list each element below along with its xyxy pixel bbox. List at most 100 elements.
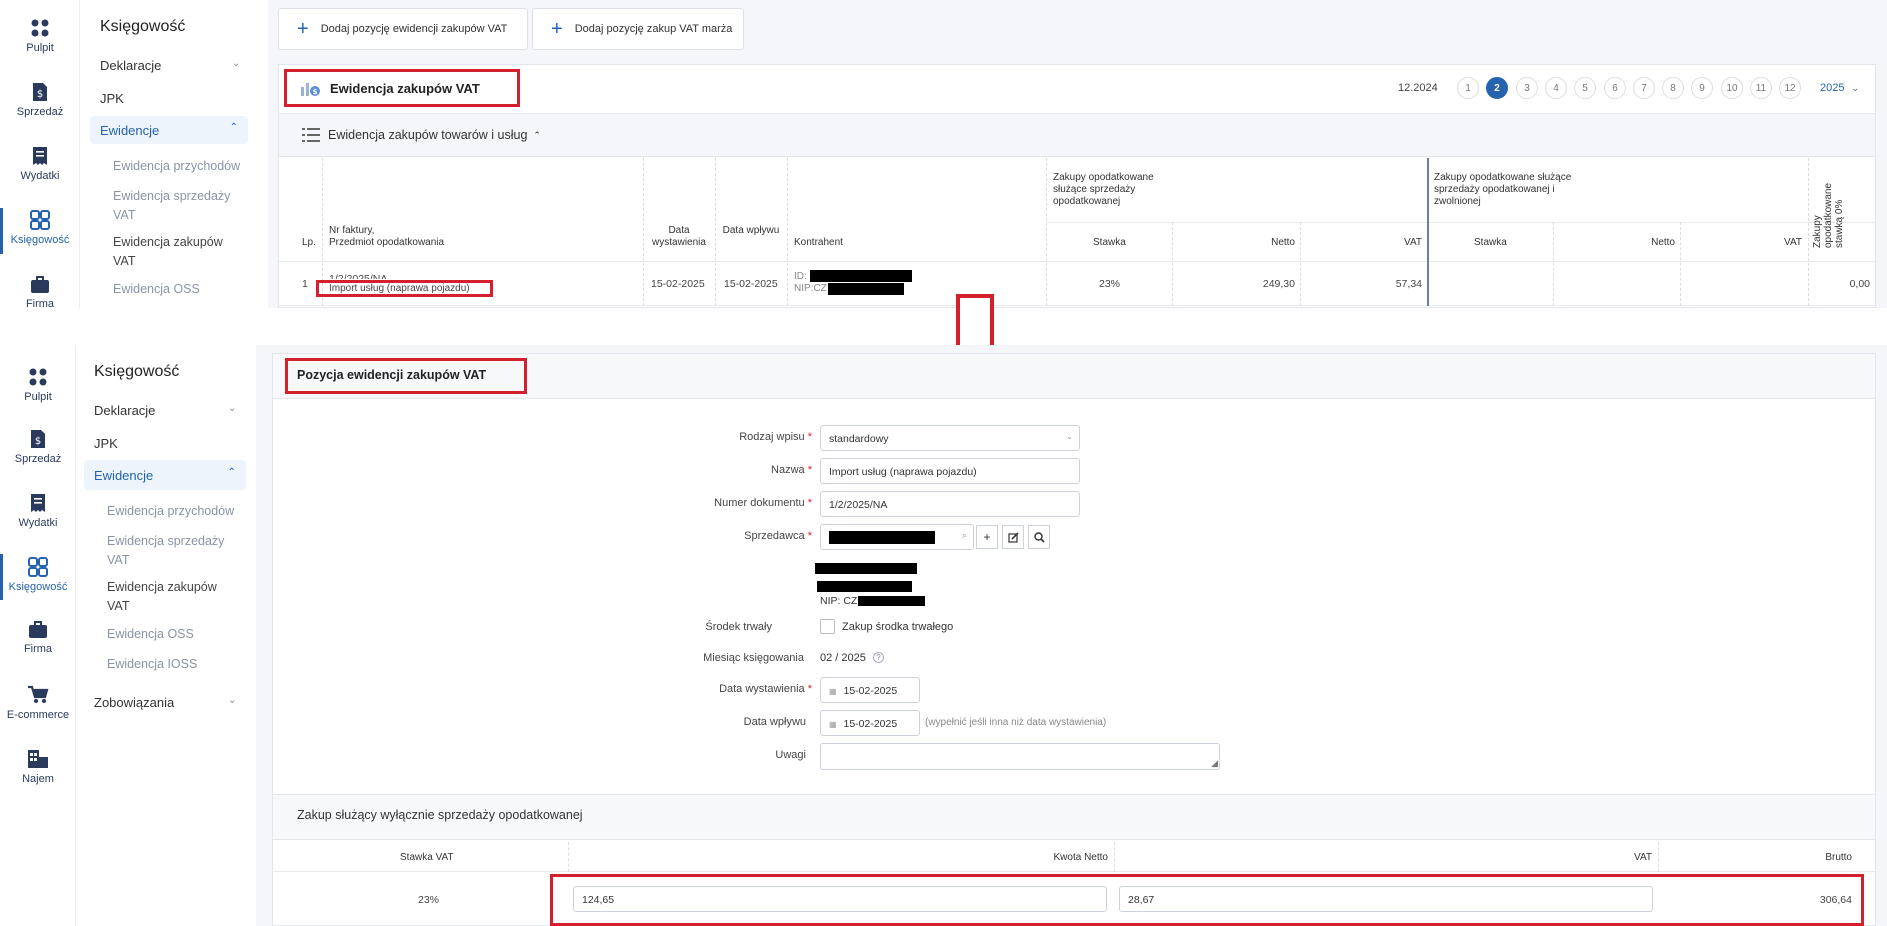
nav-label: Wydatki: [20, 170, 60, 182]
col-header-date-issue: Data wystawienia: [652, 225, 706, 248]
label-text: Uwagi: [775, 749, 806, 761]
label-text: Numer dokumentu: [714, 497, 805, 509]
menu-item-jpk[interactable]: JPK: [100, 91, 124, 106]
data-wyst-input[interactable]: ▦ 15-02-2025: [820, 677, 920, 703]
month-page-9[interactable]: 9: [1691, 77, 1713, 99]
col-header-nr: Nr faktury,: [329, 225, 375, 236]
label-text: Miesiąc księgowania: [703, 652, 804, 664]
nav-wydatki[interactable]: Wydatki: [0, 493, 76, 529]
submenu-item-current[interactable]: Ewidencja zakupów VAT: [113, 233, 238, 271]
menu-item-deklaracje[interactable]: Deklaracje: [94, 403, 155, 418]
nazwa-input[interactable]: Import usług (naprawa pojazdu): [820, 458, 1080, 484]
col-header-vat: VAT: [1404, 237, 1422, 248]
submenu-item[interactable]: Ewidencja IOSS: [107, 655, 242, 674]
highlight-amounts: [550, 874, 1864, 926]
srodek-checkbox-label[interactable]: Zakup środka trwałego: [842, 621, 953, 633]
month-page-8[interactable]: 8: [1662, 77, 1684, 99]
menu-item-zobowiazania[interactable]: Zobowiązania: [94, 695, 174, 710]
add-margin-button[interactable]: + Dodaj pozycję zakup VAT marża: [532, 8, 744, 50]
highlight-row-subject: [316, 280, 493, 297]
add-seller-button[interactable]: +: [976, 525, 998, 549]
bottom-icon-sidebar: Pulpit $ Sprzedaż Wydatki Księgowość Fir…: [0, 345, 76, 926]
menu-item-label: Ewidencje: [94, 468, 154, 483]
seller-nip-prefix: NIP: CZ: [820, 595, 858, 607]
menu-item-ewidencje[interactable]: Ewidencje ⌃: [90, 116, 248, 144]
label-uwagi: Uwagi: [606, 749, 806, 761]
submenu-item[interactable]: Ewidencja przychodów: [113, 157, 248, 176]
month-page-11[interactable]: 11: [1750, 77, 1772, 99]
nav-wydatki[interactable]: Wydatki: [0, 146, 80, 182]
col-divider: [1658, 842, 1659, 872]
rodzaj-select[interactable]: standardowy ⌄: [820, 425, 1080, 451]
month-page-4[interactable]: 4: [1545, 77, 1567, 99]
label-nazwa: Nazwa *: [612, 464, 812, 476]
nav-ksiegowosc[interactable]: Księgowość: [0, 210, 80, 246]
nav-najem[interactable]: Najem: [0, 749, 76, 785]
nav-pulpit[interactable]: Pulpit: [0, 18, 80, 54]
col-header-zero-rate: Zakupy opodatkowane stawką 0%: [1812, 182, 1845, 248]
month-page-5[interactable]: 5: [1574, 77, 1596, 99]
help-icon: ?: [873, 652, 884, 663]
month-page-1[interactable]: 1: [1457, 77, 1479, 99]
month-page-12[interactable]: 12: [1779, 77, 1801, 99]
col-divider: [1172, 222, 1173, 306]
redacted-block: [817, 581, 912, 592]
uwagi-textarea[interactable]: ◢: [820, 743, 1220, 770]
edit-seller-button[interactable]: [1002, 525, 1024, 549]
submenu-item-current[interactable]: Ewidencja zakupów VAT: [107, 578, 232, 616]
srodek-checkbox[interactable]: [820, 619, 835, 634]
menu-item-deklaracje[interactable]: Deklaracje: [100, 58, 161, 73]
nav-label: Księgowość: [8, 581, 68, 593]
submenu-item[interactable]: Ewidencja sprzedaży VAT: [107, 532, 232, 570]
nav-pulpit[interactable]: Pulpit: [0, 367, 76, 403]
apps-icon: [30, 210, 50, 230]
chevron-down-icon: ⌄: [1066, 432, 1073, 441]
form-panel: [272, 353, 1876, 795]
chevron-up-icon: ⌃: [227, 467, 236, 478]
submenu-item[interactable]: Ewidencja OSS: [107, 625, 242, 644]
menu-item-jpk[interactable]: JPK: [94, 436, 118, 451]
label-miesiac: Miesiąc księgowania: [604, 652, 804, 664]
button-label: Dodaj pozycję ewidencji zakupów VAT: [320, 23, 508, 35]
month-page-2[interactable]: 2: [1486, 77, 1508, 99]
nav-firma-partial[interactable]: Firma: [0, 276, 80, 308]
nav-sprzedaz[interactable]: $ Sprzedaż: [0, 429, 76, 465]
nav-label: E-commerce: [6, 709, 70, 721]
nav-label: Sprzedaż: [14, 453, 62, 465]
miesiac-value: 02 / 2025: [820, 652, 866, 664]
cell-date-issue: 15-02-2025: [651, 278, 705, 290]
add-purchase-button[interactable]: + Dodaj pozycję ewidencji zakupów VAT: [278, 8, 528, 50]
numer-input[interactable]: 1/2/2025/NA: [820, 491, 1080, 517]
year-select[interactable]: 2025 ⌄: [1820, 82, 1859, 94]
nav-firma[interactable]: Firma: [0, 621, 76, 655]
label-data-wpl: Data wpływu: [606, 716, 806, 728]
plus-icon: +: [297, 17, 309, 40]
menu-item-ewidencje[interactable]: Ewidencje ⌃: [84, 460, 246, 490]
label-sprzedawca: Sprzedawca *: [612, 530, 812, 542]
submenu-item[interactable]: Ewidencja OSS: [113, 280, 248, 299]
active-indicator: [0, 208, 3, 254]
nav-sprzedaz[interactable]: $ Sprzedaż: [0, 82, 80, 118]
col-header-netto: Netto: [1271, 237, 1295, 248]
search-seller-button[interactable]: [1028, 525, 1050, 549]
nav-ksiegowosc[interactable]: Księgowość: [0, 557, 76, 593]
svg-text:$: $: [37, 89, 43, 100]
month-page-3[interactable]: 3: [1516, 77, 1538, 99]
col-divider: [787, 158, 788, 306]
nav-ecommerce[interactable]: E-commerce: [0, 685, 76, 721]
month-page-7[interactable]: 7: [1633, 77, 1655, 99]
summary-title: Zakup służący wyłącznie sprzedaży opodat…: [297, 808, 583, 822]
month-page-10[interactable]: 10: [1721, 77, 1743, 99]
menu-title: Księgowość: [94, 363, 180, 380]
resize-handle-icon[interactable]: ◢: [1211, 758, 1218, 769]
month-page-6[interactable]: 6: [1604, 77, 1626, 99]
highlight-form-title: [285, 358, 527, 394]
submenu-item[interactable]: Ewidencja sprzedaży VAT: [113, 187, 238, 225]
data-wpl-input[interactable]: ▦ 15-02-2025: [820, 710, 920, 736]
nav-label: Firma: [23, 643, 53, 655]
section-header[interactable]: Ewidencja zakupów towarów i usług ⌃: [302, 128, 541, 142]
submenu-item[interactable]: Ewidencja przychodów: [107, 502, 242, 521]
required-mark: *: [807, 464, 812, 476]
select-value: standardowy: [829, 433, 889, 445]
cell-nr[interactable]: 1/2/2025/NA: [329, 271, 387, 279]
